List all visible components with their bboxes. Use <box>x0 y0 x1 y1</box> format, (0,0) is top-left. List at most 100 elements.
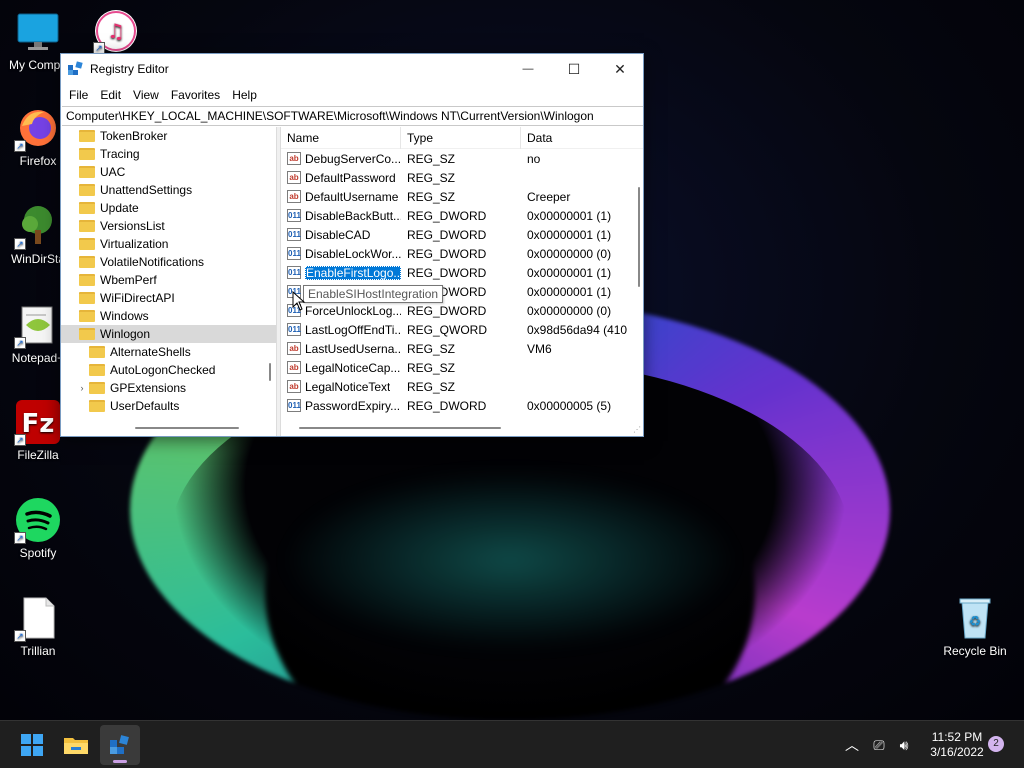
folder-icon <box>79 166 95 178</box>
tree-item[interactable]: VersionsList <box>61 217 276 235</box>
tree-item[interactable]: WiFiDirectAPI <box>61 289 276 307</box>
tree-item[interactable]: AlternateShells <box>61 343 276 361</box>
tree-item[interactable]: UserDefaults <box>61 397 276 415</box>
desktop-icon-recycle-bin[interactable]: ♻ Recycle Bin <box>935 596 1015 658</box>
tree-item[interactable]: Winlogon <box>61 325 276 343</box>
shortcut-arrow-icon: ↗ <box>14 434 26 446</box>
value-name: DisableBackButt... <box>305 208 401 223</box>
list-vertical-scrollbar[interactable] <box>633 149 643 431</box>
title-bar[interactable]: Registry Editor — ☐ ✕ <box>61 54 643 84</box>
desktop-icon-music[interactable]: ♫ ↗ <box>76 10 156 56</box>
tree-item[interactable]: TokenBroker <box>61 127 276 145</box>
tree-scroll-thumb[interactable] <box>269 363 271 381</box>
value-type: REG_SZ <box>407 170 456 185</box>
list-scroll-thumb[interactable] <box>638 187 640 287</box>
tree-item[interactable]: UnattendSettings <box>61 181 276 199</box>
menu-help[interactable]: Help <box>226 88 263 102</box>
taskbar-clock[interactable]: 11:52 PM 3/16/2022 <box>918 730 996 760</box>
firefox-icon: ↗ <box>14 106 60 152</box>
tree-item-label: WiFiDirectAPI <box>100 291 175 305</box>
tree-item[interactable]: Tracing <box>61 145 276 163</box>
network-icon[interactable]: ⎚ <box>866 737 892 754</box>
tree-item[interactable]: VolatileNotifications <box>61 253 276 271</box>
registry-editor-window[interactable]: Registry Editor — ☐ ✕ File Edit View Fav… <box>60 53 644 437</box>
tree-item-label: AutoLogonChecked <box>110 363 216 377</box>
filezilla-icon: Fz ↗ <box>14 400 60 446</box>
desktop-icon-spotify[interactable]: ↗ Spotify <box>0 498 78 560</box>
value-row[interactable]: ab DefaultPassword REG_SZ <box>281 168 643 187</box>
tree-item[interactable]: Virtualization <box>61 235 276 253</box>
menu-view[interactable]: View <box>127 88 165 102</box>
tree-item[interactable]: AutoLogonChecked <box>61 361 276 379</box>
file-explorer-button[interactable] <box>56 725 96 765</box>
string-value-icon: ab <box>287 152 301 165</box>
column-type[interactable]: Type <box>401 127 521 149</box>
menu-file[interactable]: File <box>63 88 94 102</box>
taskbar-registry-editor[interactable] <box>100 725 140 765</box>
tree-item[interactable]: Update <box>61 199 276 217</box>
expander-chevron-icon[interactable]: › <box>77 383 87 393</box>
maximize-icon: ☐ <box>567 60 581 77</box>
value-row[interactable]: 011 DisableBackButt... REG_DWORD 0x00000001… <box>281 206 643 225</box>
value-name: DefaultPassword <box>305 170 396 185</box>
resize-grip-icon[interactable]: ⋰ <box>633 426 641 434</box>
volume-icon[interactable]: 🔊︎ <box>892 737 916 754</box>
folder-icon <box>79 130 95 142</box>
desktop-icon-label: Trillian <box>20 644 56 658</box>
value-row[interactable]: 011 LastLogOffEndTi... REG_QWORD 0x98d56da9… <box>281 320 643 339</box>
desktop-icon-trillian[interactable]: ↗ Trillian <box>0 596 78 658</box>
minimize-icon: — <box>522 63 534 75</box>
shortcut-arrow-icon: ↗ <box>14 630 26 642</box>
value-data: 0x00000000 (0) <box>527 246 612 261</box>
close-button[interactable]: ✕ <box>597 54 643 84</box>
value-name-cell: 011 DisableCAD <box>281 228 401 242</box>
value-name: LastUsedUserna... <box>305 341 401 356</box>
column-data[interactable]: Data <box>521 127 627 149</box>
notification-badge[interactable]: 2 <box>988 736 1004 752</box>
value-row[interactable]: ab LegalNoticeCap... REG_SZ <box>281 358 643 377</box>
tree-item[interactable]: › GPExtensions <box>61 379 276 397</box>
binary-value-icon: 011 <box>287 247 301 260</box>
column-name[interactable]: Name <box>281 127 401 149</box>
key-tree[interactable]: TokenBroker Tracing UAC UnattendSettings Upd… <box>61 127 277 436</box>
value-row[interactable]: 011 ForceUnlockLog... REG_DWORD 0x00000000 … <box>281 301 643 320</box>
value-type: REG_SZ <box>407 341 456 356</box>
value-name: DisableLockWor... <box>305 246 401 261</box>
tree-item[interactable]: Windows <box>61 307 276 325</box>
folder-icon <box>79 184 95 196</box>
value-row[interactable]: ab DefaultUsername REG_SZ Creeper <box>281 187 643 206</box>
value-row[interactable]: 011 EnableFirstLogo... REG_DWORD 0x00000001… <box>281 263 643 282</box>
start-button[interactable] <box>12 725 52 765</box>
value-row[interactable]: ab LegalNoticeText REG_SZ <box>281 377 643 396</box>
list-horizontal-scroll-thumb[interactable] <box>299 427 501 429</box>
value-row[interactable]: 011 DisableCAD REG_DWORD 0x00000001 (1) <box>281 225 643 244</box>
shortcut-arrow-icon: ↗ <box>14 238 26 250</box>
binary-value-icon: 011 <box>287 323 301 336</box>
value-name: PasswordExpiry... <box>305 398 401 413</box>
minimize-button[interactable]: — <box>505 54 551 84</box>
tree-item[interactable]: UAC <box>61 163 276 181</box>
value-row[interactable]: ab LastUsedUserna... REG_SZ VM6 <box>281 339 643 358</box>
address-bar[interactable]: Computer\HKEY_LOCAL_MACHINE\SOFTWARE\Mic… <box>62 106 643 126</box>
tree-item-label: UnattendSettings <box>100 183 193 197</box>
value-type: REG_DWORD <box>407 208 487 223</box>
string-value-icon: ab <box>287 171 301 184</box>
desktop-icon-label: FileZilla <box>17 448 59 462</box>
chevron-up-icon[interactable]: ︿ <box>842 735 862 755</box>
maximize-button[interactable]: ☐ <box>551 54 597 84</box>
value-list[interactable]: Name Type Data ab DebugServerCo... REG_SZ n… <box>281 127 643 436</box>
tree-item[interactable]: WbemPerf <box>61 271 276 289</box>
value-name: ForceUnlockLog... <box>305 303 401 318</box>
tree-item-label: Winlogon <box>100 327 151 341</box>
value-data: 0x00000001 (1) <box>527 227 612 242</box>
value-type: REG_DWORD <box>407 227 487 242</box>
tree-item-label: GPExtensions <box>110 381 187 395</box>
value-row[interactable]: ab DebugServerCo... REG_SZ no <box>281 149 643 168</box>
menu-edit[interactable]: Edit <box>94 88 127 102</box>
value-row[interactable]: 011 DisableLockWor... REG_DWORD 0x00000000 … <box>281 244 643 263</box>
string-value-icon: ab <box>287 190 301 203</box>
value-data: 0x98d56da94 (4102 <box>527 322 627 337</box>
value-row[interactable]: 011 PasswordExpiry... REG_DWORD 0x00000005 … <box>281 396 643 415</box>
tree-horizontal-scroll-thumb[interactable] <box>135 427 239 429</box>
menu-favorites[interactable]: Favorites <box>165 88 226 102</box>
